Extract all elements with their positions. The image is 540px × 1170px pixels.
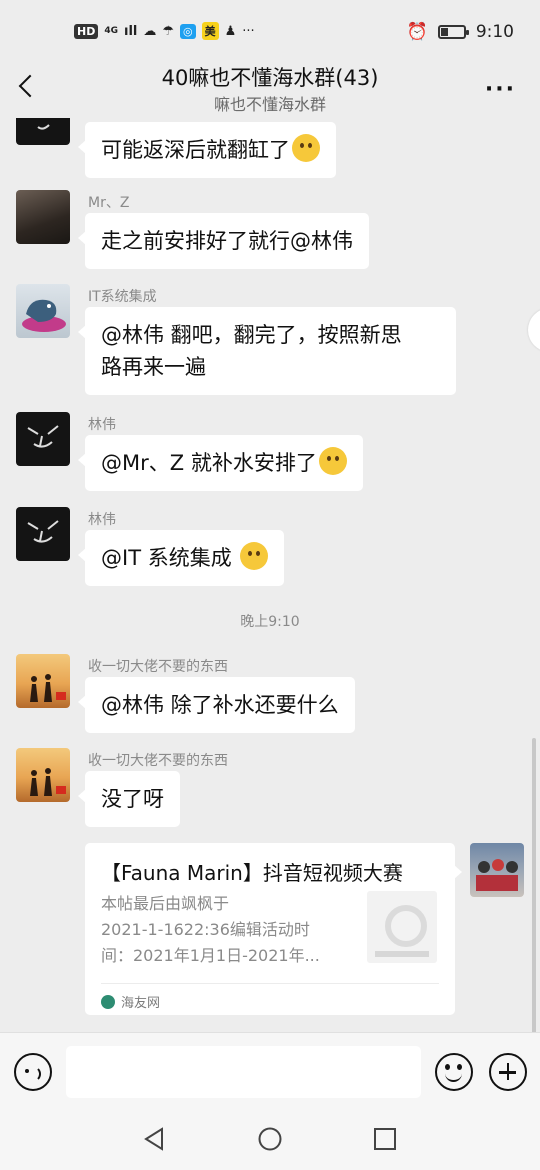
- message-text: @林伟 除了补水还要什么: [101, 693, 339, 717]
- signal-icon: ıll: [124, 23, 138, 39]
- voice-input-icon[interactable]: [14, 1053, 52, 1091]
- avatar[interactable]: [16, 284, 70, 338]
- network-type: 4G: [104, 26, 118, 36]
- message-input[interactable]: [66, 1046, 421, 1098]
- message-list[interactable]: 可能返深后就翻缸了 Mr、Z 走之前安排好了就行@林伟 IT系统集成 @林伟 翻…: [0, 118, 540, 1032]
- sender-name: 林伟: [88, 417, 116, 433]
- message-text: 没了呀: [101, 787, 164, 811]
- crying-emoji-icon: [240, 542, 269, 570]
- snap-icon: ♟: [224, 23, 237, 39]
- avatar[interactable]: [16, 654, 70, 708]
- link-card-desc-line: 间：2021年1月1日-2021年...: [101, 946, 320, 965]
- message-bubble[interactable]: 走之前安排好了就行@林伟: [78, 213, 369, 269]
- avatar[interactable]: [16, 118, 70, 145]
- face-sketch-icon: [37, 124, 50, 130]
- message-bubble[interactable]: 没了呀: [78, 771, 180, 827]
- message-bubble[interactable]: 可能返深后就翻缸了: [78, 122, 336, 178]
- message-bubble[interactable]: @Mr、Z 就补水安排了: [78, 435, 363, 491]
- sender-name: 收一切大佬不要的东西: [88, 659, 228, 675]
- nav-home-icon[interactable]: [257, 1126, 283, 1152]
- message-text: @Mr、Z 就补水安排了: [101, 451, 317, 475]
- avatar[interactable]: [16, 748, 70, 802]
- nav-back-icon[interactable]: [142, 1126, 168, 1152]
- message-text: 走之前安排好了就行@林伟: [101, 229, 353, 253]
- link-card-desc-line: 2021-1-1622:36编辑活动时: [101, 920, 310, 939]
- people-silhouette-icon: [30, 674, 66, 702]
- link-card-desc-line: 本帖最后由飒枫于: [101, 894, 230, 913]
- status-bar: HD 4G ıll ☁ ☂ ◎ 美 ♟ ··· ⏰ 9:10: [0, 0, 540, 64]
- dinosaur-icon: [22, 299, 66, 332]
- cloud-icon: ☁: [143, 23, 157, 39]
- message-text: 可能返深后就翻缸了: [101, 138, 290, 162]
- alarm-icon: ⏰: [406, 22, 428, 42]
- link-card-title: 【Fauna Marin】抖音短视频大赛: [101, 861, 403, 885]
- message-text-line: 路再来一遍: [101, 355, 206, 379]
- status-icons-right: ⏰ 9:10: [407, 22, 514, 42]
- system-nav-bar: [0, 1112, 540, 1170]
- scrollbar[interactable]: [532, 738, 536, 1032]
- divider: [101, 983, 439, 984]
- avatar[interactable]: [16, 412, 70, 466]
- link-card-thumbnail: [367, 891, 437, 963]
- chat-subtitle: 嘛也不懂海水群: [213, 95, 326, 114]
- more-actions-icon[interactable]: [489, 1053, 527, 1091]
- sender-name: IT系统集成: [88, 289, 157, 305]
- people-silhouette-icon: [30, 768, 66, 796]
- chat-header: 40嘛也不懂海水群(43) 嘛也不懂海水群 ···: [0, 58, 540, 118]
- weather-icon: ☂: [162, 23, 175, 39]
- sender-name: 林伟: [88, 512, 116, 528]
- my-avatar[interactable]: [470, 843, 524, 897]
- link-card-source: 海友网: [101, 992, 160, 1011]
- message-bubble[interactable]: @林伟 除了补水还要什么: [78, 677, 355, 733]
- avatar[interactable]: [16, 507, 70, 561]
- message-text: @IT 系统集成: [101, 546, 239, 570]
- laugh-cry-emoji-icon: [318, 447, 347, 475]
- link-card[interactable]: 【Fauna Marin】抖音短视频大赛 本帖最后由飒枫于 2021-1-162…: [85, 843, 462, 1015]
- side-floating-tab[interactable]: [528, 308, 540, 352]
- sender-name: Mr、Z: [88, 195, 130, 211]
- message-bubble[interactable]: @IT 系统集成: [77, 530, 285, 586]
- clock: 9:10: [475, 22, 514, 42]
- source-logo-icon: [101, 994, 115, 1009]
- smirk-emoji-icon: [292, 134, 320, 162]
- meituan-icon: 美: [201, 22, 219, 40]
- link-card-description: 本帖最后由飒枫于 2021-1-1622:36编辑活动时 间：2021年1月1日…: [101, 891, 351, 969]
- more-dots-icon: ···: [242, 23, 255, 39]
- nav-recents-icon[interactable]: [372, 1126, 398, 1152]
- group-photo-icon: [476, 859, 518, 891]
- sender-name: 收一切大佬不要的东西: [88, 753, 228, 769]
- message-text-line: @林伟 翻吧，翻完了，按照新思: [101, 323, 402, 347]
- qq-icon: ◎: [180, 23, 196, 39]
- more-options-button[interactable]: ···: [485, 79, 516, 101]
- message-bubble[interactable]: @林伟 翻吧，翻完了，按照新思 路再来一遍: [78, 307, 456, 395]
- face-sketch-icon: [27, 520, 59, 543]
- source-name: 海友网: [121, 996, 161, 1011]
- emoji-picker-icon[interactable]: [435, 1053, 473, 1091]
- time-separator: 晚上9:10: [240, 614, 300, 630]
- avatar[interactable]: [16, 190, 70, 244]
- input-bar: [0, 1032, 540, 1112]
- status-icons-left: HD 4G ıll ☁ ☂ ◎ 美 ♟ ···: [74, 22, 255, 40]
- hd-icon: HD: [74, 23, 99, 39]
- battery-icon: [437, 25, 469, 39]
- chat-title: 40嘛也不懂海水群(43): [161, 66, 379, 90]
- face-sketch-icon: [27, 425, 59, 448]
